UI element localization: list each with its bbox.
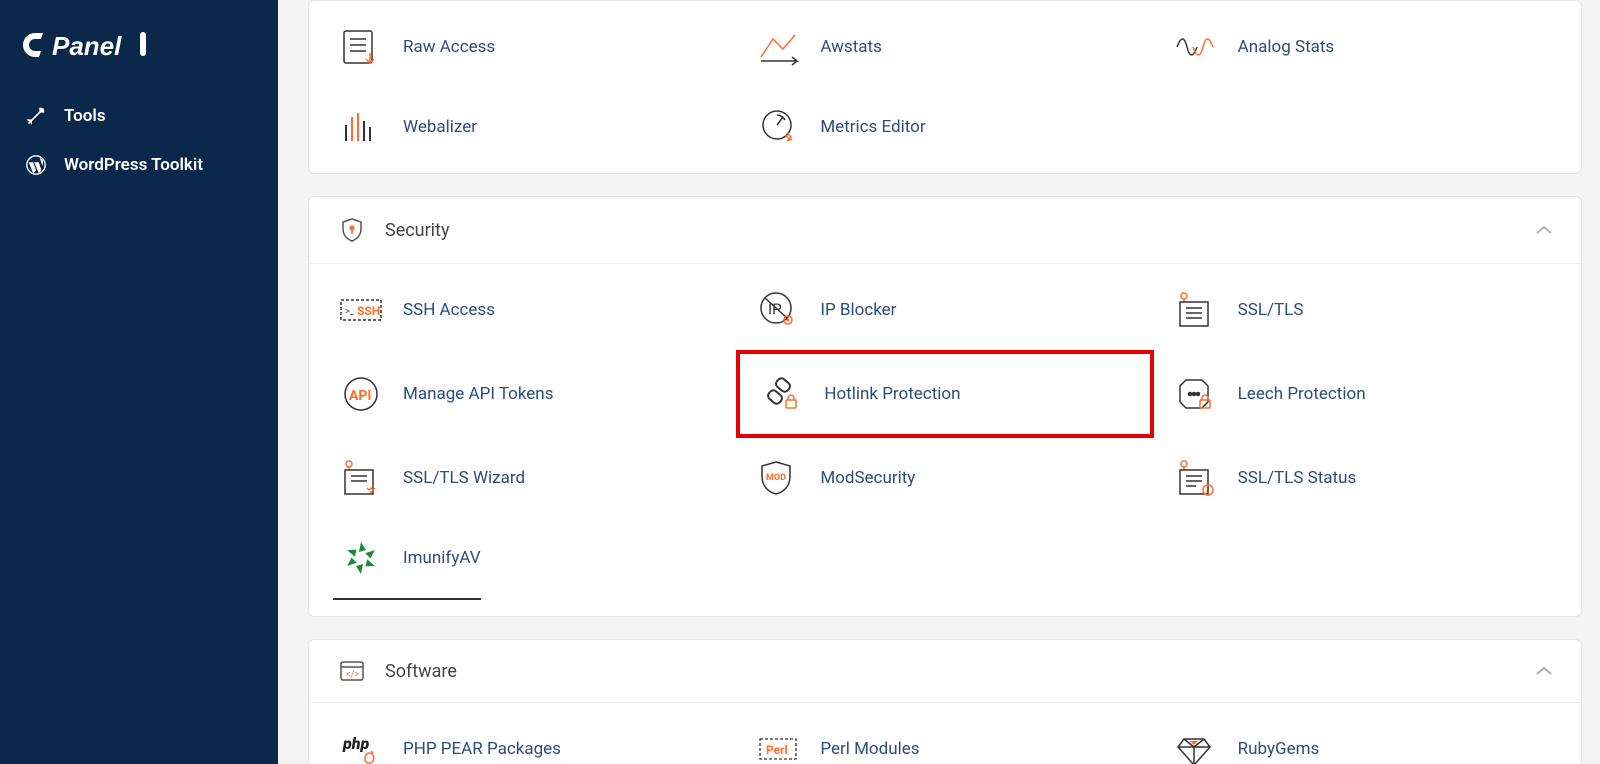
item-php-pear[interactable]: php PHP PEAR Packages (319, 709, 736, 764)
item-hotlink-protection[interactable]: Hotlink Protection (736, 350, 1153, 438)
imunify-icon (333, 534, 389, 582)
item-label: Perl Modules (820, 739, 919, 759)
svg-text:SSH: SSH (357, 304, 380, 318)
analog-stats-icon (1168, 23, 1224, 71)
svg-text:i: i (1206, 486, 1208, 495)
software-grid: php PHP PEAR Packages Perl Perl Modules (309, 703, 1581, 764)
item-manage-api-tokens[interactable]: API Manage API Tokens (319, 350, 736, 438)
perl-icon: Perl (750, 725, 806, 764)
modsecurity-icon: MOD (750, 454, 806, 502)
webalizer-icon (333, 103, 389, 151)
main-content: Raw Access Awstats Analo (278, 0, 1600, 764)
wordpress-icon (22, 154, 50, 176)
cpanel-logo: Panel (0, 18, 278, 92)
item-metrics-editor[interactable]: Metrics Editor (736, 87, 1153, 167)
item-awstats[interactable]: Awstats (736, 7, 1153, 87)
panel-software: </> Software php PHP PEAR Packages (308, 639, 1582, 764)
item-webalizer[interactable]: Webalizer (319, 87, 736, 167)
item-imunifyav[interactable]: ImunifyAV (333, 518, 481, 600)
leech-icon (1168, 370, 1224, 418)
item-label: Awstats (820, 37, 882, 57)
ssltls-icon (1168, 286, 1224, 334)
sidebar-item-label: WordPress Toolkit (64, 155, 203, 175)
panel-metrics: Raw Access Awstats Analo (308, 0, 1582, 174)
security-icon (337, 217, 367, 243)
svg-text:MOD: MOD (766, 473, 786, 483)
metrics-grid: Raw Access Awstats Analo (309, 1, 1581, 173)
item-label: Hotlink Protection (824, 384, 960, 404)
ip-blocker-icon: IP (750, 286, 806, 334)
sidebar-item-tools[interactable]: Tools (0, 92, 278, 140)
api-icon: API (333, 370, 389, 418)
item-leech-protection[interactable]: Leech Protection (1154, 350, 1571, 438)
php-icon: php (333, 725, 389, 764)
awstats-icon (750, 23, 806, 71)
item-label: RubyGems (1238, 739, 1320, 759)
item-modsecurity[interactable]: MOD ModSecurity (736, 438, 1153, 518)
item-label: Leech Protection (1238, 384, 1366, 404)
item-ssh-access[interactable]: >_ SSH SSH Access (319, 270, 736, 350)
ssltls-status-icon: i (1168, 454, 1224, 502)
item-raw-access[interactable]: Raw Access (319, 7, 736, 87)
item-label: ModSecurity (820, 468, 915, 488)
raw-access-icon (333, 23, 389, 71)
item-perl-modules[interactable]: Perl Perl Modules (736, 709, 1153, 764)
item-label: IP Blocker (820, 300, 896, 320)
item-ssl-tls[interactable]: SSL/TLS (1154, 270, 1571, 350)
item-rubygems[interactable]: RubyGems (1154, 709, 1571, 764)
svg-text:Panel: Panel (52, 31, 122, 61)
item-label: PHP PEAR Packages (403, 739, 561, 759)
panel-header-security[interactable]: Security (309, 197, 1581, 264)
item-label: Webalizer (403, 117, 477, 137)
item-analog-stats[interactable]: Analog Stats (1154, 7, 1571, 87)
item-label: Manage API Tokens (403, 384, 553, 404)
chevron-up-icon (1535, 220, 1553, 241)
sidebar-item-label: Tools (64, 106, 106, 126)
svg-text:>_: >_ (345, 307, 355, 317)
panel-title: Security (385, 220, 449, 241)
item-label: Raw Access (403, 37, 495, 57)
item-label: SSL/TLS Wizard (403, 468, 525, 488)
item-ssl-tls-wizard[interactable]: SSL/TLS Wizard (319, 438, 736, 518)
item-label: SSH Access (403, 300, 495, 320)
software-icon: </> (337, 660, 367, 682)
item-ip-blocker[interactable]: IP IP Blocker (736, 270, 1153, 350)
security-grid: >_ SSH SSH Access IP IP Blocker (309, 264, 1581, 616)
chevron-up-icon (1535, 661, 1553, 682)
item-ssl-tls-status[interactable]: i SSL/TLS Status (1154, 438, 1571, 518)
svg-text:php: php (342, 734, 369, 753)
tools-icon (22, 106, 50, 126)
ssh-icon: >_ SSH (333, 286, 389, 334)
ruby-icon (1168, 725, 1224, 764)
hotlink-icon (754, 370, 810, 418)
item-label: ImunifyAV (403, 548, 481, 568)
metrics-editor-icon (750, 103, 806, 151)
item-label: SSL/TLS (1238, 300, 1304, 320)
ssltls-wizard-icon (333, 454, 389, 502)
sidebar-item-wordpress[interactable]: WordPress Toolkit (0, 140, 278, 190)
panel-title: Software (385, 661, 457, 682)
panel-header-software[interactable]: </> Software (309, 640, 1581, 703)
item-label: Analog Stats (1238, 37, 1335, 57)
sidebar: Panel Tools WordPress Toolkit (0, 0, 278, 764)
item-label: Metrics Editor (820, 117, 925, 137)
svg-text:</>: </> (346, 670, 359, 680)
item-label: SSL/TLS Status (1238, 468, 1357, 488)
panel-security: Security >_ SSH SSH Access (308, 196, 1582, 617)
svg-text:Perl: Perl (766, 743, 788, 757)
svg-text:API: API (349, 388, 372, 404)
